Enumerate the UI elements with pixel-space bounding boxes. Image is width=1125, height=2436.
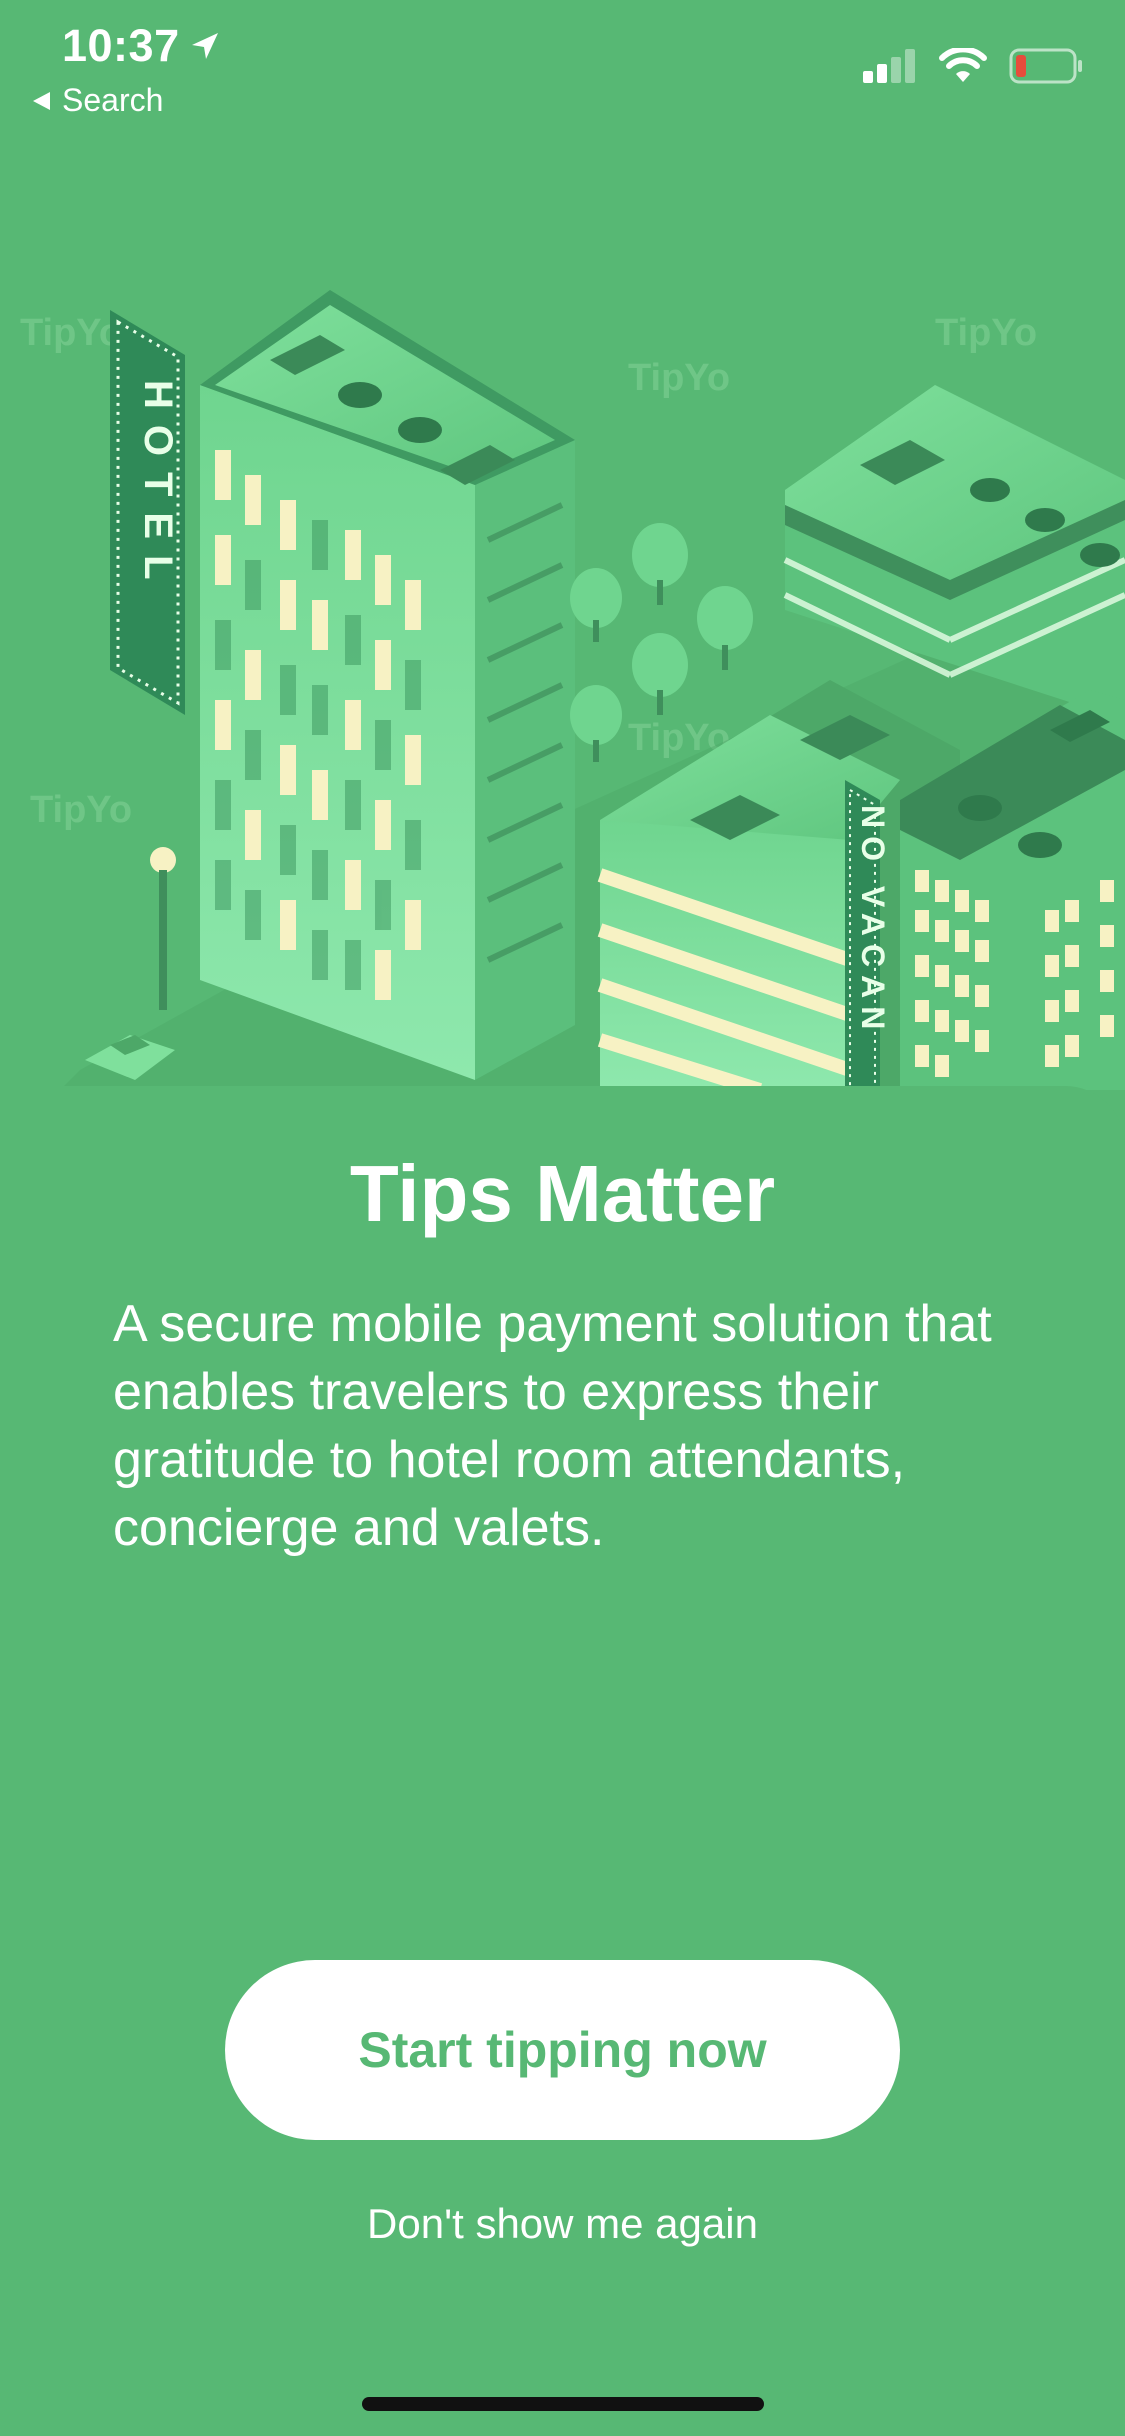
hotel-sign-text: HOTEL (136, 380, 180, 596)
hotel-city-illustration: TipYo TipYo TipYo TipYo TipYo HOTEL NO V… (20, 290, 1125, 1090)
hotel-illustration: TipYo TipYo TipYo TipYo TipYo HOTEL NO V… (0, 0, 1125, 1090)
back-triangle-icon (33, 91, 50, 110)
status-clock: 10:37 (62, 20, 220, 72)
status-indicators (863, 48, 1083, 84)
vacancy-sign-text: NO VACAN (855, 805, 891, 1037)
battery-low-icon (1009, 48, 1082, 84)
lamp-post (150, 847, 176, 1010)
back-to-search-link[interactable]: Search (30, 82, 163, 119)
watermark-logo: TipYo (20, 312, 122, 354)
page-title: Tips Matter (349, 1149, 776, 1238)
description-text: A secure mobile payment solution that en… (113, 1295, 992, 1557)
location-arrow-icon (191, 33, 218, 59)
home-indicator[interactable] (362, 2397, 764, 2411)
watermark-logo: TipYo (628, 357, 730, 399)
start-tipping-button[interactable]: Start tipping now (225, 1960, 900, 2140)
office-building-top-right (783, 385, 1125, 720)
status-time-text: 10:37 (62, 20, 180, 71)
back-to-search-label: Search (62, 82, 164, 118)
wifi-icon (939, 48, 987, 82)
status-bar: 10:37 Search (0, 0, 1125, 130)
watermark-logo: TipYo (935, 312, 1037, 354)
cellular-signal-icon (863, 49, 915, 83)
watermark-logo: TipYo (30, 789, 132, 831)
hotel-sign: HOTEL (110, 310, 185, 715)
dont-show-again-link[interactable]: Don't show me again (0, 2200, 1125, 2248)
onboarding-screen: TipYo TipYo TipYo TipYo TipYo HOTEL NO V… (0, 0, 1125, 2436)
